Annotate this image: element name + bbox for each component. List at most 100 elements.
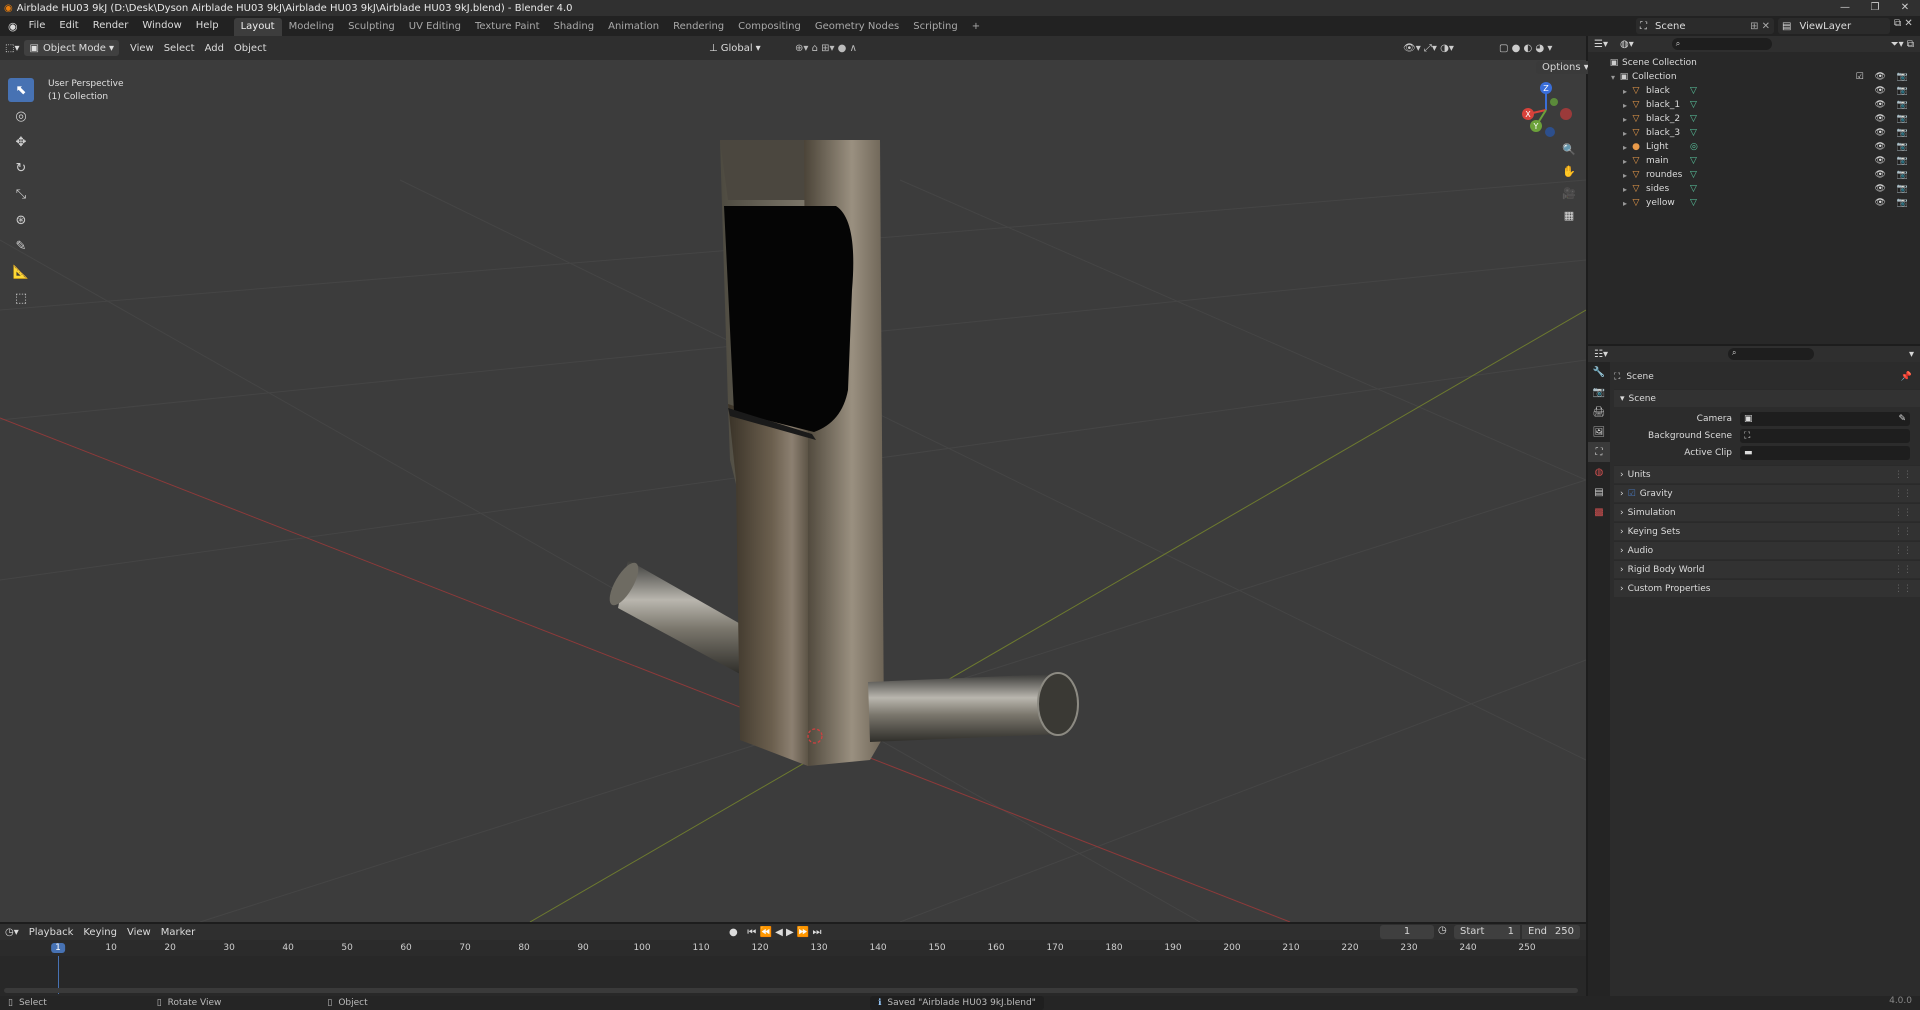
timeline-editor-icon[interactable]: ◷▾ (0, 924, 24, 940)
outliner-editor-icon[interactable]: ☰▾ (1594, 39, 1608, 50)
workspace-tab-shading[interactable]: Shading (546, 18, 601, 36)
panel-units[interactable]: › Units ⋮⋮ (1614, 465, 1920, 483)
outliner-item-black-1[interactable]: ▸ ▽ black_1 ▽ 👁 📷 (1588, 98, 1920, 112)
workspace-tab-texture-paint[interactable]: Texture Paint (468, 18, 547, 36)
workspace-tab-modeling[interactable]: Modeling (282, 18, 342, 36)
menu-help[interactable]: Help (189, 16, 226, 36)
visibility-icons[interactable]: 👁 📷 (1875, 142, 1913, 152)
expand-icon[interactable]: ▸ (1620, 157, 1630, 166)
background-scene-field[interactable]: ⛶ (1740, 428, 1910, 443)
shading-mode-icons[interactable]: ▢ ● ◐ ◕ ▾ (1494, 40, 1557, 56)
menu-edit[interactable]: Edit (52, 16, 85, 36)
expand-icon[interactable]: ▸ (1620, 115, 1630, 124)
eyedropper-icon[interactable]: ✎ (1898, 414, 1906, 424)
visibility-icons[interactable]: 👁 📷 (1875, 128, 1913, 138)
panel-rigid-body-world[interactable]: › Rigid Body World ⋮⋮ (1614, 560, 1920, 578)
outliner-item-black[interactable]: ▸ ▽ black ▽ 👁 📷 (1588, 84, 1920, 98)
visibility-icons[interactable]: 👁 📷 (1875, 170, 1913, 180)
playback-controls[interactable]: ● ⏮ ⏪ ◀ ▶ ⏩ ⏭ (724, 924, 826, 940)
filter-icon[interactable]: ⏷▾ ⧉ (1891, 39, 1914, 50)
drag-handle-icon[interactable]: ⋮⋮ (1894, 508, 1912, 518)
new-view-layer-icon[interactable]: ⧉ ✕ (1894, 18, 1913, 29)
workspace-tab-layout[interactable]: Layout (233, 18, 282, 36)
collection-row[interactable]: ▾ ▣ Collection ☑ 👁 📷 (1588, 70, 1920, 84)
visibility-icons[interactable]: 👁 📷 (1875, 184, 1913, 194)
current-frame-field[interactable]: 1 (1380, 925, 1434, 939)
blender-menu-icon[interactable]: ◉ (0, 20, 22, 33)
visibility-gizmo-icons[interactable]: 👁▾ ⤢▾ ◑▾ (1398, 40, 1459, 56)
menu-file[interactable]: File (22, 16, 53, 36)
timeline-menu-view[interactable]: View (122, 924, 156, 940)
visibility-icons[interactable]: 👁 📷 (1875, 114, 1913, 124)
editor-type-button[interactable]: ⬚ ▾ (0, 40, 24, 56)
measure-tool-icon[interactable]: 📐 (8, 260, 34, 284)
select-box-tool-icon[interactable]: ⬉ (8, 78, 34, 102)
outliner-item-black-3[interactable]: ▸ ▽ black_3 ▽ 👁 📷 (1588, 126, 1920, 140)
workspace-tab-animation[interactable]: Animation (601, 18, 666, 36)
collection-visibility-icons[interactable]: ☑ 👁 📷 (1856, 72, 1912, 82)
outliner-item-black-2[interactable]: ▸ ▽ black_2 ▽ 👁 📷 (1588, 112, 1920, 126)
panel-simulation[interactable]: › Simulation ⋮⋮ (1614, 503, 1920, 521)
expand-icon[interactable]: ▸ (1620, 129, 1630, 138)
chevron-down-icon[interactable]: ▾ (1909, 349, 1914, 360)
outliner-item-sides[interactable]: ▸ ▽ sides ▽ 👁 📷 (1588, 182, 1920, 196)
maximize-button[interactable]: ❐ (1860, 0, 1890, 16)
zoom-icon[interactable]: 🔍 (1558, 138, 1580, 160)
workspace-tab-uv-editing[interactable]: UV Editing (402, 18, 468, 36)
drag-handle-icon[interactable]: ⋮⋮ (1894, 489, 1912, 499)
workspace-tab-sculpting[interactable]: Sculpting (341, 18, 402, 36)
drag-handle-icon[interactable]: ⋮⋮ (1894, 584, 1912, 594)
scene-collection-row[interactable]: ▣ Scene Collection (1588, 56, 1920, 70)
outliner-item-light[interactable]: ▸ ● Light ◎ 👁 📷 (1588, 140, 1920, 154)
end-frame-field[interactable]: End 250 (1522, 925, 1580, 939)
gravity-checkbox[interactable]: ☑ (1628, 489, 1636, 499)
clock-icon[interactable]: ◷ (1438, 925, 1447, 936)
cursor-tool-icon[interactable]: ◎ (8, 104, 34, 128)
add-cube-tool-icon[interactable]: ⬚ (8, 286, 34, 310)
pivot-snap-icons[interactable]: ⊕▾ ⌂ ⊞▾ ● ∧ (790, 40, 862, 56)
timeline-scrollbar[interactable] (4, 988, 1578, 993)
ortho-grid-icon[interactable]: ▦ (1558, 204, 1580, 226)
properties-search-input[interactable]: ⌕ (1727, 348, 1814, 360)
render-tab-icon[interactable]: 📷 (1588, 382, 1610, 402)
minimize-button[interactable]: — (1830, 0, 1860, 16)
world-tab-icon[interactable]: ◍ (1588, 462, 1610, 482)
expand-icon[interactable]: ▸ (1620, 199, 1630, 208)
properties-editor-icon[interactable]: ☷▾ (1594, 349, 1608, 360)
viewport-menu-object[interactable]: Object (229, 40, 272, 56)
3d-viewport[interactable] (0, 60, 1586, 922)
display-mode-icon[interactable]: ◍▾ (1620, 39, 1634, 50)
viewport-menu-add[interactable]: Add (200, 40, 229, 56)
rotate-tool-icon[interactable]: ↻ (8, 156, 34, 180)
camera-field[interactable]: ▣ ✎ (1740, 411, 1910, 426)
options-button[interactable]: Options ▾ (1536, 61, 1595, 74)
start-frame-field[interactable]: Start 1 (1454, 925, 1520, 939)
active-clip-field[interactable]: ▬ (1740, 445, 1910, 460)
drag-handle-icon[interactable]: ⋮⋮ (1894, 565, 1912, 575)
scene-selector[interactable]: ⛶ Scene ⊞ ✕ (1636, 18, 1774, 34)
viewport-menu-select[interactable]: Select (159, 40, 200, 56)
workspace-tab-rendering[interactable]: Rendering (666, 18, 731, 36)
panel-audio[interactable]: › Audio ⋮⋮ (1614, 541, 1920, 559)
expand-icon[interactable]: ▸ (1620, 171, 1630, 180)
outliner-item-roundes[interactable]: ▸ ▽ roundes ▽ 👁 📷 (1588, 168, 1920, 182)
drag-handle-icon[interactable]: ⋮⋮ (1894, 546, 1912, 556)
texture-tab-icon[interactable]: ▩ (1588, 502, 1610, 522)
transform-tool-icon[interactable]: ⊛ (8, 208, 34, 232)
pin-icon[interactable]: 📌 (1901, 372, 1912, 382)
outliner-item-main[interactable]: ▸ ▽ main ▽ 👁 📷 (1588, 154, 1920, 168)
viewport-menu-view[interactable]: View (125, 40, 159, 56)
expand-icon[interactable]: ▸ (1620, 143, 1630, 152)
timeline-area[interactable]: 1 10 20 30 40 50 60 70 80 90 100 110 120 130 140 150 160… (0, 940, 1586, 996)
pan-hand-icon[interactable]: ✋ (1558, 160, 1580, 182)
tool-tab-icon[interactable]: 🔧 (1588, 362, 1610, 382)
camera-view-icon[interactable]: 🎥 (1558, 182, 1580, 204)
panel-gravity[interactable]: › ☑ Gravity ⋮⋮ (1614, 484, 1920, 502)
visibility-icons[interactable]: 👁 📷 (1875, 86, 1913, 96)
workspace-tab--[interactable]: + (965, 18, 987, 36)
visibility-icons[interactable]: 👁 📷 (1875, 156, 1913, 166)
timeline-menu-playback[interactable]: Playback (24, 924, 79, 940)
move-tool-icon[interactable]: ✥ (8, 130, 34, 154)
expand-icon[interactable]: ▸ (1620, 101, 1630, 110)
panel-custom-properties[interactable]: › Custom Properties ⋮⋮ (1614, 579, 1920, 597)
